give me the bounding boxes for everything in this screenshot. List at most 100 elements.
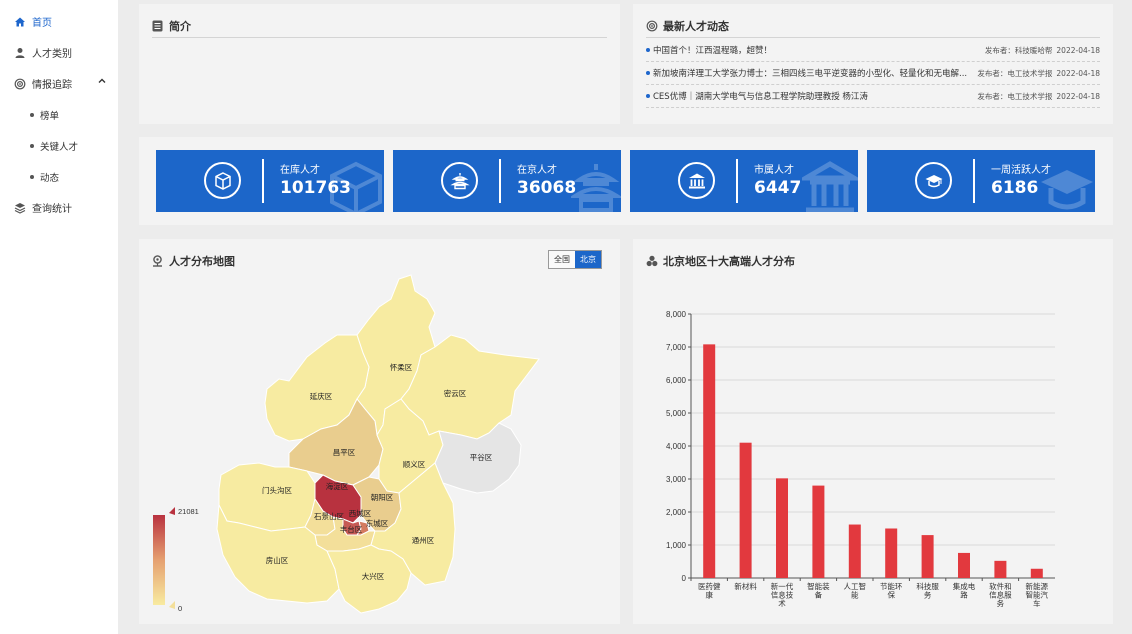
x-tick-label: 新材料 <box>734 581 757 591</box>
x-tick-label: 科技服 <box>916 581 939 591</box>
chevron-up-icon[interactable] <box>98 77 106 88</box>
stats-panel: 在库人才 101763 在京人才 36068 市属人才 6447 一周活跃人才 <box>139 137 1113 225</box>
district-label: 丰台区 <box>340 524 363 534</box>
graduation-cap-icon <box>915 162 952 199</box>
x-tick-label: 集成电 <box>953 581 976 591</box>
divider <box>736 159 738 203</box>
sidebar-item-intel-tracking[interactable]: 情报追踪 <box>0 68 118 99</box>
news-item[interactable]: 中国首个！江西温程璐，超赞！ 发布者：科技暖哈帮 2022-04-18 <box>646 39 1100 62</box>
x-tick-label: 路 <box>960 590 968 600</box>
stat-label: 在库人才 <box>280 165 320 176</box>
bank-icon <box>796 160 858 212</box>
bullet-icon <box>30 174 34 179</box>
bar[interactable] <box>994 560 1007 578</box>
temple-icon <box>568 160 621 212</box>
publisher-label: 发布者： <box>977 68 1008 78</box>
sidebar-item-label: 首页 <box>32 18 52 29</box>
publisher: 电工技术学报 <box>1007 68 1053 78</box>
stat-label: 一周活跃人才 <box>991 165 1051 176</box>
sidebar-subitem-key-talent[interactable]: 关键人才 <box>0 130 118 161</box>
stat-value: 36068 <box>517 178 577 198</box>
news-item-title[interactable]: 新加坡南洋理工大学张力博士：三相四线三电平逆变器的小型化、轻量化和无电解... <box>653 67 973 79</box>
intro-panel: 简介 <box>139 4 620 124</box>
x-tick-label: 车 <box>1033 598 1041 608</box>
bullet-icon <box>646 71 650 75</box>
bullet-icon <box>646 94 650 98</box>
district-label: 怀柔区 <box>390 362 413 372</box>
sidebar-item-label: 情报追踪 <box>32 80 72 91</box>
sidebar-item-query-stats[interactable]: 查询统计 <box>0 192 118 223</box>
temple-icon <box>441 162 478 199</box>
toggle-beijing-button[interactable]: 北京 <box>575 251 601 268</box>
x-tick-label: 术 <box>778 598 786 608</box>
stat-label: 市属人才 <box>754 165 794 176</box>
sidebar-item-label: 人才类别 <box>32 49 72 60</box>
news-item-meta: 发布者：科技暖哈帮 2022-04-18 <box>985 45 1100 56</box>
sidebar-item-home[interactable]: 首页 <box>0 6 118 37</box>
district-label: 平谷区 <box>470 453 493 462</box>
stat-card-in-library[interactable]: 在库人才 101763 <box>156 150 384 212</box>
divider <box>499 159 501 203</box>
bar[interactable] <box>921 535 934 578</box>
x-tick-label: 务 <box>924 590 932 600</box>
district-label: 门头沟区 <box>262 485 292 495</box>
stat-value: 101763 <box>280 178 351 198</box>
y-tick-label: 8,000 <box>666 310 687 319</box>
toggle-national-button[interactable]: 全国 <box>549 251 575 268</box>
publisher: 科技暖哈帮 <box>1014 45 1053 55</box>
y-tick-label: 2,000 <box>666 508 687 517</box>
stat-value: 6186 <box>991 178 1039 198</box>
x-tick-label: 务 <box>997 598 1005 608</box>
sidebar-item-label: 查询统计 <box>32 204 72 215</box>
news-item-title[interactable]: 中国首个！江西温程璐，超赞！ <box>653 44 981 56</box>
location-icon <box>152 255 164 267</box>
district-label: 顺义区 <box>403 460 426 469</box>
news-list: 中国首个！江西温程璐，超赞！ 发布者：科技暖哈帮 2022-04-18 新加坡南洋… <box>646 39 1100 108</box>
y-tick-label: 6,000 <box>666 376 687 385</box>
x-tick-label: 信息服 <box>989 590 1012 600</box>
x-tick-label: 医药健 <box>698 581 721 591</box>
region-toggle: 全国 北京 <box>548 250 602 269</box>
bar[interactable] <box>776 478 788 578</box>
bar[interactable] <box>885 528 898 579</box>
bar[interactable] <box>1030 568 1043 578</box>
x-tick-label: 新一代 <box>771 581 794 591</box>
x-tick-label: 备 <box>815 590 823 600</box>
legend-max-label: 21081 <box>178 507 199 516</box>
bar[interactable] <box>739 442 752 578</box>
district-label: 大兴区 <box>362 571 385 581</box>
bar[interactable] <box>812 485 825 578</box>
y-tick-label: 7,000 <box>666 343 687 352</box>
y-tick-label: 4,000 <box>666 442 687 451</box>
stat-card-municipal[interactable]: 市属人才 6447 <box>630 150 858 212</box>
sidebar-subitem-dynamics[interactable]: 动态 <box>0 161 118 192</box>
bar[interactable] <box>703 344 716 578</box>
bullet-icon <box>646 48 650 52</box>
bank-icon <box>678 162 715 199</box>
sidebar-subitem-rankings[interactable]: 榜单 <box>0 99 118 130</box>
x-tick-label: 保 <box>887 591 895 600</box>
bar[interactable] <box>848 524 861 578</box>
stat-card-in-beijing[interactable]: 在京人才 36068 <box>393 150 621 212</box>
news-item-title[interactable]: CES优博｜湖南大学电气与信息工程学院助理教授 杨江涛 <box>653 90 973 102</box>
y-tick-label: 3,000 <box>666 475 687 484</box>
bullet-icon <box>30 112 34 117</box>
intro-title: 简介 <box>152 18 191 34</box>
map-title-text: 人才分布地图 <box>169 255 235 268</box>
news-item[interactable]: 新加坡南洋理工大学张力博士：三相四线三电平逆变器的小型化、轻量化和无电解... … <box>646 62 1100 85</box>
legend-min-label: 0 <box>178 604 182 613</box>
bar[interactable] <box>958 552 970 578</box>
stat-value: 6447 <box>754 178 802 198</box>
news-item[interactable]: CES优博｜湖南大学电气与信息工程学院助理教授 杨江涛 发布者：电工技术学报 20… <box>646 85 1100 108</box>
sidebar-item-talent-category[interactable]: 人才类别 <box>0 37 118 68</box>
legend-max-handle[interactable] <box>169 507 175 515</box>
sidebar-subitem-label: 动态 <box>40 172 60 184</box>
legend-min-handle[interactable] <box>169 601 175 609</box>
user-icon <box>14 47 26 59</box>
stat-card-weekly-active[interactable]: 一周活跃人才 6186 <box>867 150 1095 212</box>
district-label: 朝阳区 <box>371 493 394 502</box>
district-label: 海淀区 <box>326 481 349 491</box>
district-mentougou[interactable] <box>218 462 316 532</box>
x-tick-label: 新能源 <box>1026 581 1049 591</box>
divider <box>646 37 1100 38</box>
